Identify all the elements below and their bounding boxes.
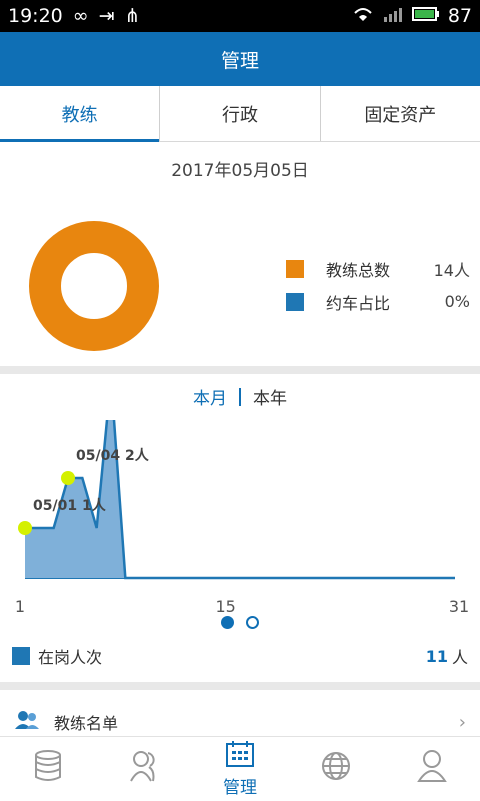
x-tick-label: 15 bbox=[215, 597, 235, 616]
summary-value: 11 bbox=[425, 646, 448, 666]
coach-list-label: 教练名单 bbox=[54, 714, 119, 733]
period-switch: 本月 本年 bbox=[0, 384, 480, 409]
status-bar: 19:20 ∞ ⇥ ⋔ 87 bbox=[0, 0, 480, 32]
data-label-1: 05/01 1人 bbox=[33, 497, 107, 514]
share-icon: ⋔ bbox=[124, 5, 141, 27]
report-date: 2017年05月05日 bbox=[171, 161, 309, 181]
page-title: 管理 bbox=[220, 49, 259, 72]
battery-percent: 87 bbox=[447, 5, 472, 27]
data-point-2[interactable] bbox=[61, 471, 75, 485]
attendance-chart: 05/01 1人 05/04 2人 1 15 31 bbox=[15, 420, 469, 616]
donut-chart bbox=[28, 220, 160, 352]
legend-label: 教练总数 bbox=[326, 260, 391, 280]
summary-unit: 人 bbox=[451, 648, 468, 667]
section-divider bbox=[0, 366, 480, 374]
app-bar: 管理 bbox=[0, 32, 480, 86]
nav-profile[interactable] bbox=[397, 737, 467, 801]
battery-icon bbox=[411, 5, 440, 27]
page-dot-2[interactable] bbox=[246, 616, 259, 629]
wifi-icon bbox=[352, 5, 374, 27]
users-outline-icon bbox=[129, 749, 159, 788]
legend-value: 14人 bbox=[433, 260, 470, 280]
status-time: 19:20 bbox=[8, 5, 63, 27]
legend-item-booking-ratio: 约车占比 0% bbox=[286, 285, 470, 318]
calendar-grid-icon bbox=[225, 740, 255, 773]
x-tick-label: 1 bbox=[15, 597, 25, 616]
usb-icon: ⇥ bbox=[98, 5, 115, 27]
data-label-2: 05/04 2人 bbox=[76, 447, 150, 464]
infinity-icon: ∞ bbox=[72, 5, 89, 27]
summary-label: 在岗人次 bbox=[38, 648, 103, 667]
tab-coach[interactable]: 教练 bbox=[0, 86, 161, 142]
legend-label: 约车占比 bbox=[326, 293, 391, 313]
globe-icon bbox=[320, 750, 352, 787]
nav-globe[interactable] bbox=[301, 737, 371, 801]
page-dot-1[interactable] bbox=[221, 616, 234, 629]
nav-manage-label: 管理 bbox=[223, 777, 257, 798]
chevron-right-icon: › bbox=[458, 711, 466, 733]
users-icon bbox=[14, 710, 40, 734]
legend-swatch bbox=[286, 292, 304, 311]
user-icon bbox=[417, 749, 447, 788]
tab-bar: 教练 行政 固定资产 bbox=[0, 86, 480, 142]
legend-item-coach-total: 教练总数 14人 bbox=[286, 252, 470, 285]
nav-users[interactable] bbox=[109, 737, 179, 801]
page-indicator bbox=[0, 616, 480, 629]
data-point-1[interactable] bbox=[18, 521, 32, 535]
donut-ring bbox=[29, 221, 159, 351]
database-icon bbox=[33, 749, 63, 788]
tab-fixed-assets[interactable]: 固定资产 bbox=[321, 86, 480, 141]
summary-swatch bbox=[12, 647, 30, 665]
signal-icon bbox=[382, 5, 404, 27]
summary-row: 在岗人次 11 人 bbox=[12, 642, 468, 670]
legend-value: 0% bbox=[444, 292, 470, 311]
legend-swatch bbox=[286, 259, 304, 278]
x-tick-label: 31 bbox=[449, 597, 469, 616]
section-divider-2 bbox=[0, 682, 480, 690]
tab-admin[interactable]: 行政 bbox=[160, 86, 321, 141]
nav-database[interactable] bbox=[13, 737, 83, 801]
period-year[interactable]: 本年 bbox=[241, 384, 287, 409]
period-month[interactable]: 本月 bbox=[193, 384, 239, 409]
bottom-nav: 管理 bbox=[0, 736, 480, 800]
legend: 教练总数 14人 约车占比 0% bbox=[286, 252, 470, 318]
nav-manage[interactable]: 管理 bbox=[205, 737, 275, 801]
